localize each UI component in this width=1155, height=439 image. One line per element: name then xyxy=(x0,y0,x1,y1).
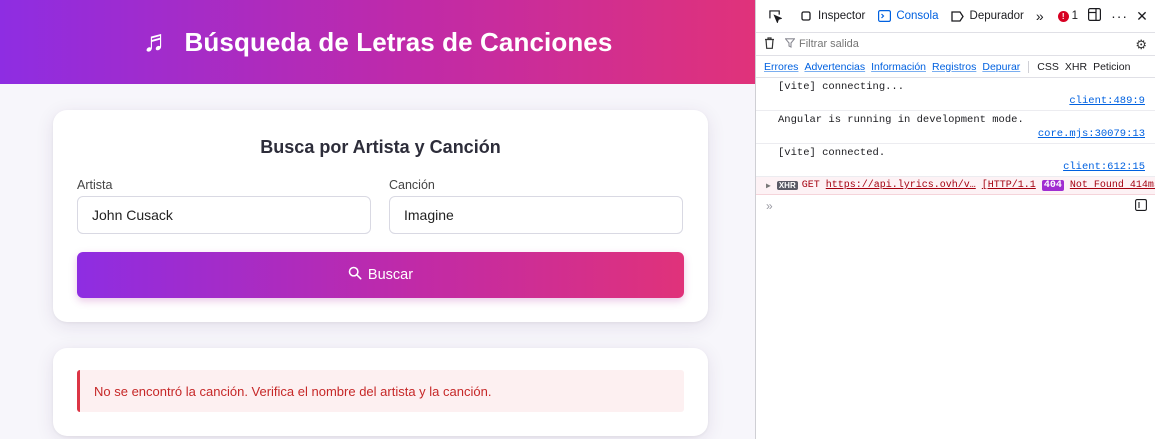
request-protocol: [HTTP/1.1 xyxy=(981,180,1036,191)
console-filter-bar: ⚙ xyxy=(756,32,1155,56)
console-error-entry[interactable]: ▶ XHR GET https://api.lyrics.ovh/v… [HTT… xyxy=(756,177,1155,195)
status-code-badge: 404 xyxy=(1041,180,1064,191)
filter-requests[interactable]: Peticion xyxy=(1093,61,1130,73)
console-icon xyxy=(877,9,891,23)
app-header: ♬ Búsqueda de Letras de Canciones xyxy=(0,0,755,84)
search-card-heading: Busca por Artista y Canción xyxy=(260,137,501,157)
error-message: No se encontró la canción. Verifica el n… xyxy=(94,383,492,399)
log-source-link[interactable]: core.mjs:30079:13 xyxy=(756,126,1155,143)
tab-console[interactable]: Consola xyxy=(871,0,944,32)
filter-output-input[interactable] xyxy=(799,38,999,50)
element-picker-button[interactable] xyxy=(762,0,793,32)
dock-button[interactable] xyxy=(1084,0,1107,32)
filter-css[interactable]: CSS xyxy=(1037,61,1059,73)
error-count: 1 xyxy=(1071,10,1079,22)
xhr-tag: XHR xyxy=(776,181,798,190)
page-title: Búsqueda de Letras de Canciones xyxy=(184,26,613,57)
close-devtools-button[interactable]: ✕ xyxy=(1132,0,1152,32)
filter-xhr[interactable]: XHR xyxy=(1065,61,1087,73)
console-log-entry: [vite] connecting... client:489:9 xyxy=(756,78,1155,111)
console-log-entry: [vite] connected. client:612:15 xyxy=(756,144,1155,177)
status-text: Not Found 414ms] xyxy=(1069,180,1155,191)
filter-divider xyxy=(1028,60,1030,73)
debugger-icon xyxy=(951,9,965,23)
log-level-filters: Errores Advertencias Información Registr… xyxy=(756,56,1155,78)
tab-inspector-label: Inspector xyxy=(818,10,866,22)
error-count-badge[interactable]: ! 1 xyxy=(1050,0,1084,32)
filter-errors[interactable]: Errores xyxy=(764,61,798,73)
error-alert: No se encontró la canción. Verifica el n… xyxy=(77,370,684,412)
tab-inspector[interactable]: Inspector xyxy=(793,0,871,32)
search-button[interactable]: Buscar xyxy=(77,252,684,298)
music-note-icon: ♬ xyxy=(142,25,173,58)
filter-icon xyxy=(784,37,796,51)
filter-debug[interactable]: Depurar xyxy=(982,61,1020,73)
log-message: [vite] connecting... xyxy=(778,81,905,93)
song-label: Canción xyxy=(389,178,435,192)
console-input-row[interactable]: » xyxy=(756,195,1155,217)
tab-console-label: Consola xyxy=(896,10,939,22)
more-tabs-button[interactable]: » xyxy=(1030,0,1050,32)
filter-logs[interactable]: Registros xyxy=(932,61,976,73)
error-icon: ! xyxy=(1057,10,1069,22)
log-source-link[interactable]: client:489:9 xyxy=(756,93,1155,110)
filter-info[interactable]: Información xyxy=(871,61,926,73)
console-log-entry: Angular is running in development mode. … xyxy=(756,111,1155,144)
app-area: ♬ Búsqueda de Letras de Canciones Busca … xyxy=(0,0,755,439)
prompt-chevron-icon: » xyxy=(766,199,773,213)
double-chevron-icon: » xyxy=(1035,8,1044,24)
ellipsis-icon: ··· xyxy=(1111,8,1129,24)
devtools-toolbar: Inspector Consola Depurador » ! 1 ··· ✕ xyxy=(756,0,1155,32)
artist-label: Artista xyxy=(77,178,113,192)
inspector-icon xyxy=(799,9,813,23)
element-picker-icon xyxy=(768,9,782,23)
expand-triangle-icon[interactable]: ▶ xyxy=(766,181,771,191)
log-message: Angular is running in development mode. xyxy=(778,114,1024,126)
trash-icon[interactable] xyxy=(764,36,775,52)
log-message: [vite] connected. xyxy=(778,147,886,159)
artist-input[interactable] xyxy=(77,196,371,234)
request-url-link[interactable]: https://api.lyrics.ovh/v… xyxy=(826,180,976,191)
error-card: No se encontró la canción. Verifica el n… xyxy=(53,348,708,436)
filter-warnings[interactable]: Advertencias xyxy=(804,61,865,73)
search-button-label: Buscar xyxy=(367,267,414,283)
settings-gear-icon[interactable]: ⚙ xyxy=(1135,37,1147,53)
more-options-button[interactable]: ··· xyxy=(1107,0,1132,32)
editor-mode-icon[interactable] xyxy=(1135,199,1147,214)
tab-debugger[interactable]: Depurador xyxy=(945,0,1030,32)
devtools-panel: Inspector Consola Depurador » ! 1 ··· ✕ … xyxy=(755,0,1155,439)
log-source-link[interactable]: client:612:15 xyxy=(756,159,1155,176)
dock-icon xyxy=(1088,8,1102,24)
tab-debugger-label: Depurador xyxy=(969,10,1024,22)
song-input[interactable] xyxy=(389,196,683,234)
close-icon: ✕ xyxy=(1136,7,1148,24)
search-icon xyxy=(348,266,362,284)
search-card: Busca por Artista y Canción Artista Canc… xyxy=(53,110,708,322)
request-method: GET xyxy=(801,180,820,191)
